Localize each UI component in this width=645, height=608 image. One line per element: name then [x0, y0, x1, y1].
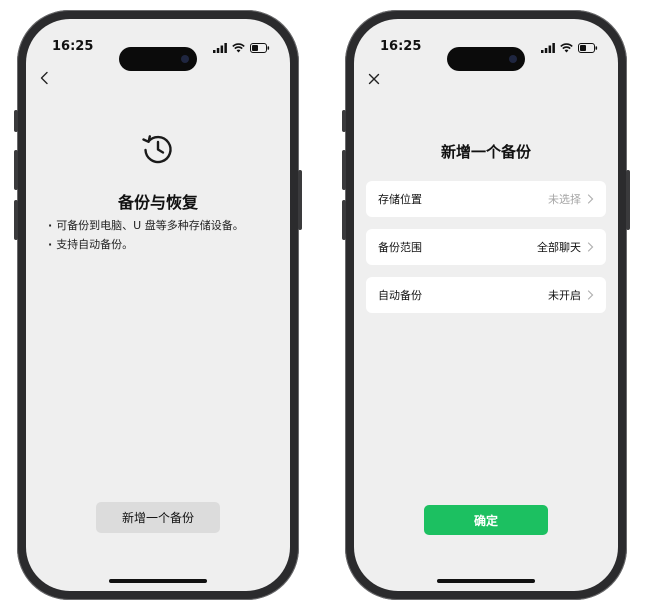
- battery-icon: [578, 43, 598, 53]
- close-icon[interactable]: [367, 72, 381, 86]
- row-value: 未开启: [548, 289, 581, 302]
- mute-switch: [342, 110, 346, 132]
- new-backup-button[interactable]: 新增一个备份: [96, 502, 220, 533]
- home-indicator[interactable]: [437, 579, 535, 583]
- power-button: [626, 170, 630, 230]
- auto-backup-row[interactable]: 自动备份 未开启: [366, 277, 606, 313]
- status-time: 16:25: [52, 39, 94, 54]
- feature-item: 支持自动备份。: [48, 235, 244, 254]
- row-label: 自动备份: [378, 289, 422, 302]
- row-label: 备份范围: [378, 241, 422, 254]
- restore-history-icon: [142, 135, 172, 164]
- page-title: 备份与恢复: [117, 193, 198, 212]
- chevron-right-icon: [587, 290, 594, 300]
- confirm-button[interactable]: 确定: [424, 505, 548, 535]
- home-indicator[interactable]: [109, 579, 207, 583]
- status-bar: 16:25: [26, 37, 290, 71]
- page-title: 新增一个备份: [440, 143, 531, 161]
- feature-list: 可备份到电脑、U 盘等多种存储设备。 支持自动备份。: [48, 216, 244, 254]
- back-icon[interactable]: [38, 71, 52, 85]
- wifi-icon: [232, 43, 245, 53]
- status-bar: 16:25: [354, 37, 618, 71]
- volume-up-button: [342, 150, 346, 190]
- volume-down-button: [342, 200, 346, 240]
- chevron-right-icon: [587, 194, 594, 204]
- backup-scope-row[interactable]: 备份范围 全部聊天: [366, 229, 606, 265]
- status-time: 16:25: [380, 39, 422, 54]
- feature-item: 可备份到电脑、U 盘等多种存储设备。: [48, 216, 244, 235]
- dynamic-island: [119, 47, 197, 71]
- screen-backup-restore: 16:25 备份与恢复 可备份到电脑、U 盘等多种存储设备。 支持自动备份。 新…: [26, 19, 290, 591]
- volume-down-button: [14, 200, 18, 240]
- signal-icon: [213, 43, 227, 53]
- phone-frame-left: 16:25 备份与恢复 可备份到电脑、U 盘等多种存储设备。 支持自动备份。 新…: [14, 10, 302, 600]
- status-icons: [213, 43, 270, 53]
- power-button: [298, 170, 302, 230]
- phone-frame-right: 16:25 新增一个备份 存储位置 未选择 备份范围 全部聊天 自动备份 未开启…: [342, 10, 630, 600]
- storage-location-row[interactable]: 存储位置 未选择: [366, 181, 606, 217]
- battery-icon: [250, 43, 270, 53]
- wifi-icon: [560, 43, 573, 53]
- volume-up-button: [14, 150, 18, 190]
- mute-switch: [14, 110, 18, 132]
- dynamic-island: [447, 47, 525, 71]
- row-value: 未选择: [548, 193, 581, 206]
- screen-new-backup: 16:25 新增一个备份 存储位置 未选择 备份范围 全部聊天 自动备份 未开启…: [354, 19, 618, 591]
- status-icons: [541, 43, 598, 53]
- row-label: 存储位置: [378, 193, 422, 206]
- row-value: 全部聊天: [537, 241, 581, 254]
- chevron-right-icon: [587, 242, 594, 252]
- signal-icon: [541, 43, 555, 53]
